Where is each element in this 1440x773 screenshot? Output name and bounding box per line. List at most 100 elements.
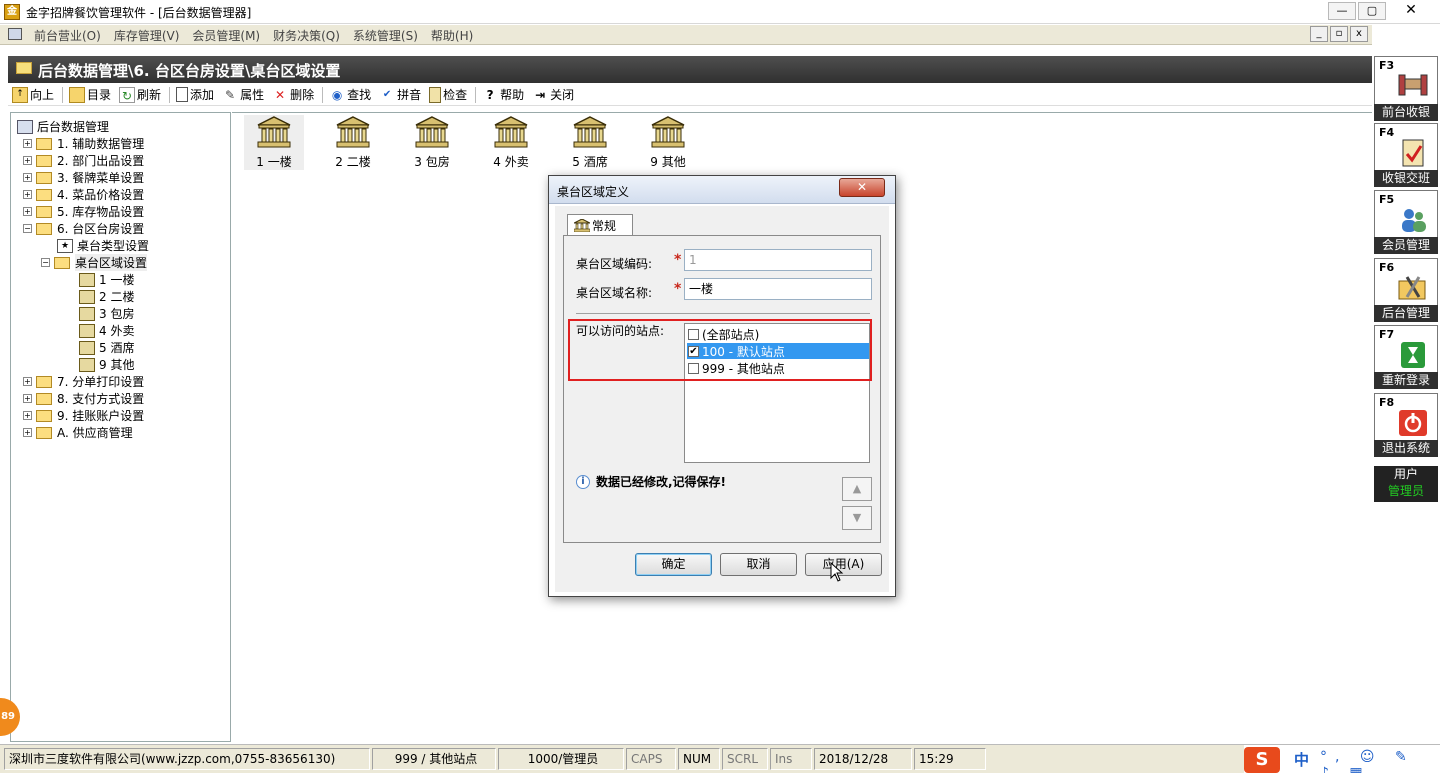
menu-system[interactable]: 系统管理(S) [353, 27, 418, 44]
tree-item[interactable]: +7. 分单打印设置 [23, 373, 144, 390]
folder-icon [36, 171, 52, 184]
tree-item[interactable]: + A. 供应商管理 [23, 424, 133, 441]
close-button[interactable]: ⇥ 关闭 [532, 86, 574, 103]
dialog-titlebar[interactable]: 桌台区域定义 ✕ [549, 176, 895, 204]
mdi-restore-button[interactable]: ▫ [1330, 26, 1348, 42]
f8-exit-button[interactable]: F8 [1374, 393, 1438, 443]
tree-zone[interactable]: 4 外卖 [79, 322, 134, 339]
move-down-button[interactable]: ▼ [842, 506, 872, 530]
status-site: 999 / 其他站点 [372, 748, 496, 770]
minimize-button[interactable]: — [1328, 2, 1356, 20]
f5-members-button[interactable]: F5 [1374, 190, 1438, 240]
tree-root[interactable]: 后台数据管理 [17, 118, 109, 135]
f7-relogin-button[interactable]: F7 [1374, 325, 1438, 375]
zone-item[interactable]: 4 外卖 [481, 115, 541, 170]
breadcrumb-text: 后台数据管理\6. 台区台房设置\桌台区域设置 [38, 62, 341, 80]
cancel-button[interactable]: 取消 [720, 553, 797, 576]
f6-backend-button[interactable]: F6 [1374, 258, 1438, 308]
refresh-button[interactable]: ↻ 刷新 [119, 86, 161, 103]
expand-icon[interactable]: + [23, 428, 32, 437]
up-button[interactable]: ↑ 向上 [12, 86, 54, 103]
close-window-button[interactable]: ✕ [1388, 2, 1434, 20]
zone-item[interactable]: 2 二楼 [323, 115, 383, 170]
mdi-close-button[interactable]: x [1350, 26, 1368, 42]
tree-item-selected[interactable]: − 桌台区域设置 [41, 254, 148, 271]
menu-front-desk[interactable]: 前台营业(O) [34, 27, 101, 44]
expand-icon[interactable]: + [23, 173, 32, 182]
add-button[interactable]: 添加 [176, 86, 214, 103]
tree-item[interactable]: +2. 部门出品设置 [23, 152, 144, 169]
tree-zone[interactable]: 2 二楼 [79, 288, 134, 305]
expand-icon[interactable]: + [23, 394, 32, 403]
open-folder-icon [36, 222, 52, 235]
f3-cashier-button[interactable]: F3 [1374, 56, 1438, 106]
tree-item[interactable]: +3. 餐牌菜单设置 [23, 169, 144, 186]
tree-zone[interactable]: 1 一楼 [79, 271, 134, 288]
expand-icon[interactable]: + [23, 377, 32, 386]
expand-icon[interactable]: + [23, 156, 32, 165]
tree-zone[interactable]: 5 酒席 [79, 339, 134, 356]
refresh-icon: ↻ [119, 86, 136, 103]
expand-icon[interactable]: + [23, 190, 32, 199]
tab-general[interactable]: 常规 [567, 214, 633, 236]
zone-item-selected[interactable]: 1 一楼 [244, 115, 304, 170]
expand-icon[interactable]: + [23, 411, 32, 420]
menu-inventory[interactable]: 库存管理(V) [114, 27, 180, 44]
ime-language[interactable]: 中 [1294, 749, 1309, 770]
sogou-icon[interactable]: S [1244, 747, 1280, 773]
tree-item[interactable]: +9. 挂账账户设置 [23, 407, 144, 424]
zone-item[interactable]: 3 包房 [402, 115, 462, 170]
dialog-close-button[interactable]: ✕ [839, 178, 885, 197]
maximize-button[interactable]: ▢ [1358, 2, 1386, 20]
tree-item[interactable]: +1. 辅助数据管理 [23, 135, 144, 152]
collapse-icon[interactable]: − [41, 258, 50, 267]
collapse-icon[interactable]: − [23, 224, 32, 233]
folder-up-icon: ↑ [12, 86, 28, 103]
properties-button[interactable]: ✎ 属性 [222, 86, 264, 103]
expand-icon[interactable]: + [23, 207, 32, 216]
help-button[interactable]: ? 帮助 [482, 86, 525, 103]
building-icon [79, 357, 95, 372]
document-icon[interactable] [8, 28, 22, 40]
delete-button[interactable]: ✕ 删除 [272, 86, 314, 103]
divider [576, 313, 870, 314]
tree-zone[interactable]: 9 其他 [79, 356, 134, 373]
pinyin-button[interactable]: ✔ 拼音 [379, 86, 421, 103]
ime-tools-icon[interactable]: °, ☺ ✎ ♪ ▦ [1320, 749, 1440, 773]
menu-finance[interactable]: 财务决策(Q) [273, 27, 340, 44]
breadcrumb: 后台数据管理\6. 台区台房设置\桌台区域设置 [8, 56, 1372, 83]
folder-icon [16, 62, 32, 74]
status-ins: Ins [770, 748, 812, 770]
find-button[interactable]: ◉ 查找 [329, 86, 371, 103]
building-icon [651, 116, 685, 148]
directory-button[interactable]: 目录 [69, 86, 111, 103]
tree-item[interactable]: −6. 台区台房设置 [23, 220, 144, 237]
code-label: 桌台区域编码: [576, 257, 653, 271]
tree-item[interactable]: +5. 库存物品设置 [23, 203, 144, 220]
open-folder-icon [54, 256, 70, 269]
tree-item[interactable]: +8. 支付方式设置 [23, 390, 144, 407]
status-num: NUM [678, 748, 720, 770]
zone-item[interactable]: 5 酒席 [560, 115, 620, 170]
hourglass-icon [1401, 342, 1425, 368]
expand-icon[interactable]: + [23, 139, 32, 148]
checklist-icon [1402, 139, 1424, 167]
zone-item[interactable]: 9 其他 [638, 115, 698, 170]
ok-button[interactable]: 确定 [635, 553, 712, 576]
menu-help[interactable]: 帮助(H) [431, 27, 473, 44]
tree-item[interactable]: +4. 菜品价格设置 [23, 186, 144, 203]
menu-members[interactable]: 会员管理(M) [192, 27, 260, 44]
general-tab-page: 桌台区域编码: * 1 桌台区域名称: * 一楼 可以访问的站点: (全部站点)… [563, 235, 881, 543]
folders-icon [69, 86, 86, 103]
tree-zone[interactable]: 3 包房 [79, 305, 134, 322]
building-icon [336, 116, 370, 148]
f4-shift-button[interactable]: F4 [1374, 123, 1438, 173]
f7-label: 重新登录 [1374, 372, 1438, 389]
folder-icon [36, 137, 52, 150]
tree-item[interactable]: ★ 桌台类型设置 [57, 237, 149, 254]
mdi-minimize-button[interactable]: _ [1310, 26, 1328, 42]
folder-icon [36, 154, 52, 167]
move-up-button[interactable]: ▲ [842, 477, 872, 501]
name-field[interactable]: 一楼 [684, 278, 872, 300]
check-button[interactable]: 检查 [429, 86, 467, 103]
